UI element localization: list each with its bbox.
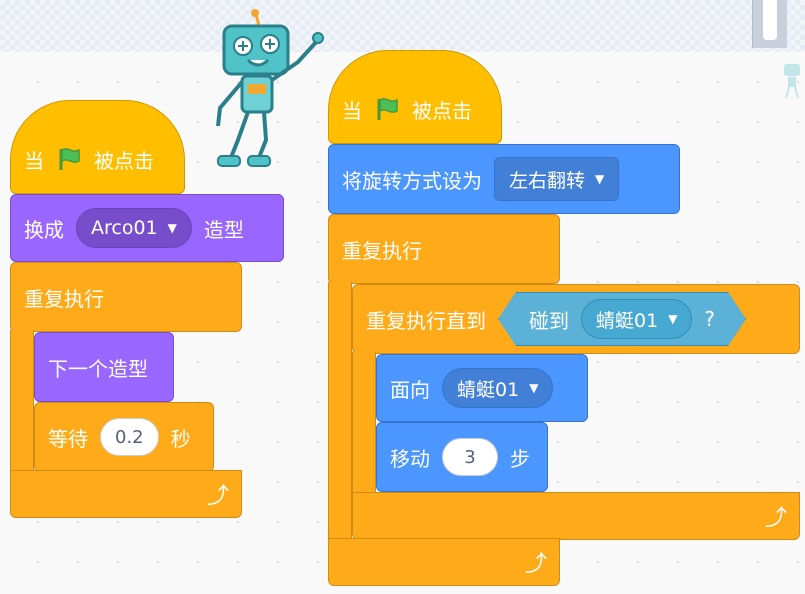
caret-down-icon: ▼ (529, 381, 539, 395)
wait-block[interactable]: 等待 0.2 秒 (34, 402, 214, 472)
switch-costume-label: 换成 (24, 217, 64, 242)
mini-robot-sprite (784, 64, 800, 99)
forever-arm-left (10, 330, 34, 472)
wait-seconds-input[interactable]: 0.2 (100, 418, 159, 456)
hat-when-label: 当 (24, 148, 44, 173)
forever-label: 重复执行 (24, 286, 104, 311)
stage-strip (0, 0, 805, 52)
touching-dropdown[interactable]: 蜻蜓01 ▼ (581, 299, 692, 339)
robot-sprite[interactable] (198, 0, 328, 172)
rotation-style-label: 将旋转方式设为 (342, 168, 482, 193)
when-flag-clicked-block-right[interactable]: 当 被点击 (328, 50, 502, 144)
touching-label: 碰到 (529, 308, 569, 333)
hat-clicked-label: 被点击 (94, 148, 154, 173)
green-flag-icon (59, 148, 80, 170)
next-costume-label: 下一个造型 (48, 356, 148, 381)
hat-when-label: 当 (342, 98, 362, 123)
forever-label: 重复执行 (342, 238, 422, 263)
caret-down-icon: ▼ (595, 172, 605, 186)
next-costume-block[interactable]: 下一个造型 (34, 332, 174, 402)
rotation-style-value: 左右翻转 (509, 169, 586, 192)
wait-label: 等待 (48, 426, 88, 451)
when-flag-clicked-block[interactable]: 当 被点击 (10, 100, 185, 194)
move-unit: 步 (510, 446, 530, 471)
scrollbar-handle[interactable] (752, 0, 787, 48)
repeat-until-arm (352, 352, 376, 494)
set-rotation-style-block[interactable]: 将旋转方式设为 左右翻转 ▼ (328, 144, 680, 214)
repeat-until-block[interactable]: 重复执行直到 碰到 蜻蜓01 ▼ ? (352, 284, 800, 354)
forever-foot-right: ⤴ (328, 538, 560, 586)
move-steps-input[interactable]: 3 (442, 438, 498, 476)
forever-arm-right (328, 282, 352, 540)
wait-unit: 秒 (170, 426, 191, 451)
touching-suffix: ? (704, 307, 716, 331)
caret-down-icon: ▼ (167, 221, 177, 235)
point-towards-block[interactable]: 面向 蜻蜓01 ▼ (376, 354, 588, 422)
forever-foot-left: ⤴ (10, 470, 242, 518)
move-steps-value: 3 (464, 446, 476, 468)
touching-value: 蜻蜓01 (596, 309, 659, 332)
green-flag-icon (377, 98, 398, 120)
move-steps-block[interactable]: 移动 3 步 (376, 422, 548, 492)
forever-block-right[interactable]: 重复执行 (328, 214, 560, 284)
point-towards-label: 面向 (390, 377, 430, 402)
hat-clicked-label: 被点击 (412, 98, 472, 123)
loop-arrow-icon: ⤴ (206, 484, 229, 509)
forever-block-left[interactable]: 重复执行 (10, 262, 242, 332)
rotation-style-dropdown[interactable]: 左右翻转 ▼ (494, 157, 620, 201)
point-towards-value: 蜻蜓01 (457, 378, 520, 401)
costume-value: Arco01 (91, 217, 158, 239)
switch-costume-block[interactable]: 换成 Arco01 ▼ 造型 (10, 194, 284, 262)
point-towards-dropdown[interactable]: 蜻蜓01 ▼ (442, 368, 554, 408)
wait-seconds-value: 0.2 (115, 426, 144, 448)
repeat-until-foot: ⤴ (352, 492, 800, 540)
switch-costume-suffix: 造型 (203, 217, 244, 242)
caret-down-icon: ▼ (668, 312, 678, 326)
loop-arrow-icon: ⤴ (524, 552, 547, 577)
loop-arrow-icon: ⤴ (764, 506, 787, 531)
touching-block[interactable]: 碰到 蜻蜓01 ▼ ? (498, 292, 746, 346)
repeat-until-label: 重复执行直到 (366, 308, 486, 333)
costume-dropdown[interactable]: Arco01 ▼ (76, 208, 192, 248)
move-label: 移动 (390, 446, 430, 471)
